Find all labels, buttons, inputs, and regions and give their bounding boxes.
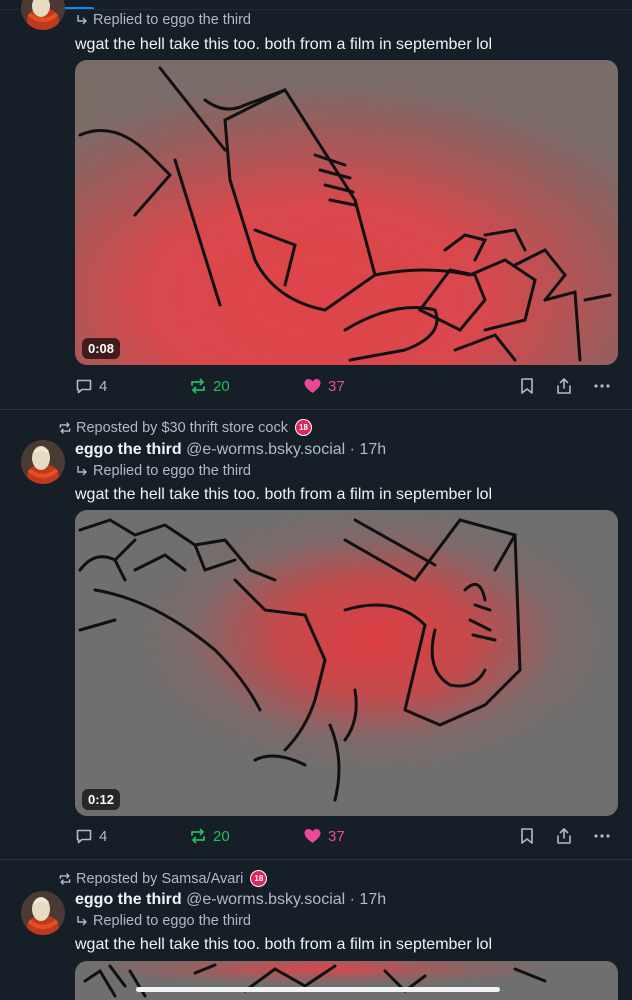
repost-count: 20	[213, 827, 230, 845]
heart-icon	[304, 829, 321, 843]
share-button[interactable]	[555, 827, 573, 845]
post-time: · 17h	[349, 891, 387, 908]
repost-arrows-icon	[191, 378, 205, 394]
reply-context[interactable]: Replied to eggo the third	[75, 913, 251, 929]
video-thumbnail[interactable]: 0:12	[75, 510, 618, 816]
nsfw-18-badge-icon: 18	[250, 870, 268, 887]
bookmark-button[interactable]	[519, 377, 535, 395]
reply-context[interactable]: Replied to eggo the third	[75, 12, 251, 28]
repost-count: 20	[213, 377, 230, 395]
ellipsis-icon	[594, 834, 610, 838]
like-count: 37	[328, 377, 345, 395]
speech-bubble-icon	[76, 829, 92, 844]
author-handle[interactable]: @e-worms.bsky.social	[186, 891, 345, 908]
video-frame	[75, 510, 618, 816]
post-text: wgat the hell take this too. both from a…	[75, 36, 493, 53]
like-button[interactable]: 37	[303, 827, 345, 845]
post-time: · 17h	[349, 441, 387, 458]
more-options-button[interactable]	[593, 377, 611, 395]
avatar-image	[21, 891, 65, 935]
avatar[interactable]	[21, 0, 65, 30]
nsfw-18-badge-icon: 18	[294, 419, 312, 436]
share-button[interactable]	[555, 377, 573, 395]
post-text: wgat the hell take this too. both from a…	[75, 936, 493, 953]
reply-label: Replied to eggo the third	[93, 463, 251, 479]
video-frame	[75, 961, 618, 1000]
post-1[interactable]: Replied to eggo the third wgat the hell …	[0, 0, 632, 410]
post-text: wgat the hell take this too. both from a…	[75, 486, 493, 503]
avatar[interactable]	[21, 440, 65, 484]
video-duration: 0:08	[82, 338, 121, 359]
post-actions: 4 20 37	[75, 377, 618, 399]
author-name[interactable]: eggo the third	[75, 891, 182, 908]
repost-small-icon	[59, 872, 71, 885]
video-thumbnail[interactable]: 0:08	[75, 60, 618, 365]
repost-arrows-icon	[191, 828, 205, 844]
avatar[interactable]	[21, 891, 65, 935]
video-frame	[75, 60, 618, 365]
reply-arrow-icon	[77, 466, 87, 476]
post-actions: 4 20 37	[75, 827, 618, 849]
author-line[interactable]: eggo the third @e-worms.bsky.social · 17…	[75, 891, 386, 909]
more-options-button[interactable]	[593, 827, 611, 845]
repost-by-label: Reposted by Samsa/Avari	[76, 870, 244, 887]
repost-by-label: Reposted by $30 thrift store cock	[76, 419, 288, 436]
reply-count: 4	[99, 377, 108, 395]
bookmark-icon	[521, 378, 533, 394]
repost-context[interactable]: Reposted by Samsa/Avari 18	[58, 870, 268, 887]
post-2[interactable]: Reposted by $30 thrift store cock 18 egg…	[0, 410, 632, 860]
repost-button[interactable]: 20	[189, 827, 230, 845]
reply-arrow-icon	[77, 916, 87, 926]
like-count: 37	[328, 827, 345, 845]
repost-button[interactable]: 20	[189, 377, 230, 395]
repost-small-icon	[59, 421, 71, 434]
reply-context[interactable]: Replied to eggo the third	[75, 463, 251, 479]
reply-count: 4	[99, 827, 108, 845]
reply-button[interactable]: 4	[75, 827, 107, 845]
speech-bubble-icon	[76, 379, 92, 394]
share-icon	[557, 828, 571, 844]
bookmark-icon	[521, 828, 533, 844]
repost-context[interactable]: Reposted by $30 thrift store cock 18	[58, 419, 312, 436]
avatar-image	[21, 440, 65, 484]
reply-arrow-icon	[77, 15, 87, 25]
heart-icon	[304, 379, 321, 393]
avatar-image	[21, 0, 65, 30]
ellipsis-icon	[594, 384, 610, 388]
author-line[interactable]: eggo the third @e-worms.bsky.social · 17…	[75, 441, 386, 459]
share-icon	[557, 378, 571, 394]
reply-label: Replied to eggo the third	[93, 913, 251, 929]
home-indicator[interactable]	[136, 987, 500, 992]
author-name[interactable]: eggo the third	[75, 441, 182, 458]
reply-label: Replied to eggo the third	[93, 12, 251, 28]
bookmark-button[interactable]	[519, 827, 535, 845]
reply-button[interactable]: 4	[75, 377, 107, 395]
like-button[interactable]: 37	[303, 377, 345, 395]
post-3[interactable]: Reposted by Samsa/Avari 18 eggo the thir…	[0, 860, 632, 1000]
author-handle[interactable]: @e-worms.bsky.social	[186, 441, 345, 458]
video-duration: 0:12	[82, 789, 121, 810]
video-thumbnail[interactable]	[75, 961, 618, 1000]
